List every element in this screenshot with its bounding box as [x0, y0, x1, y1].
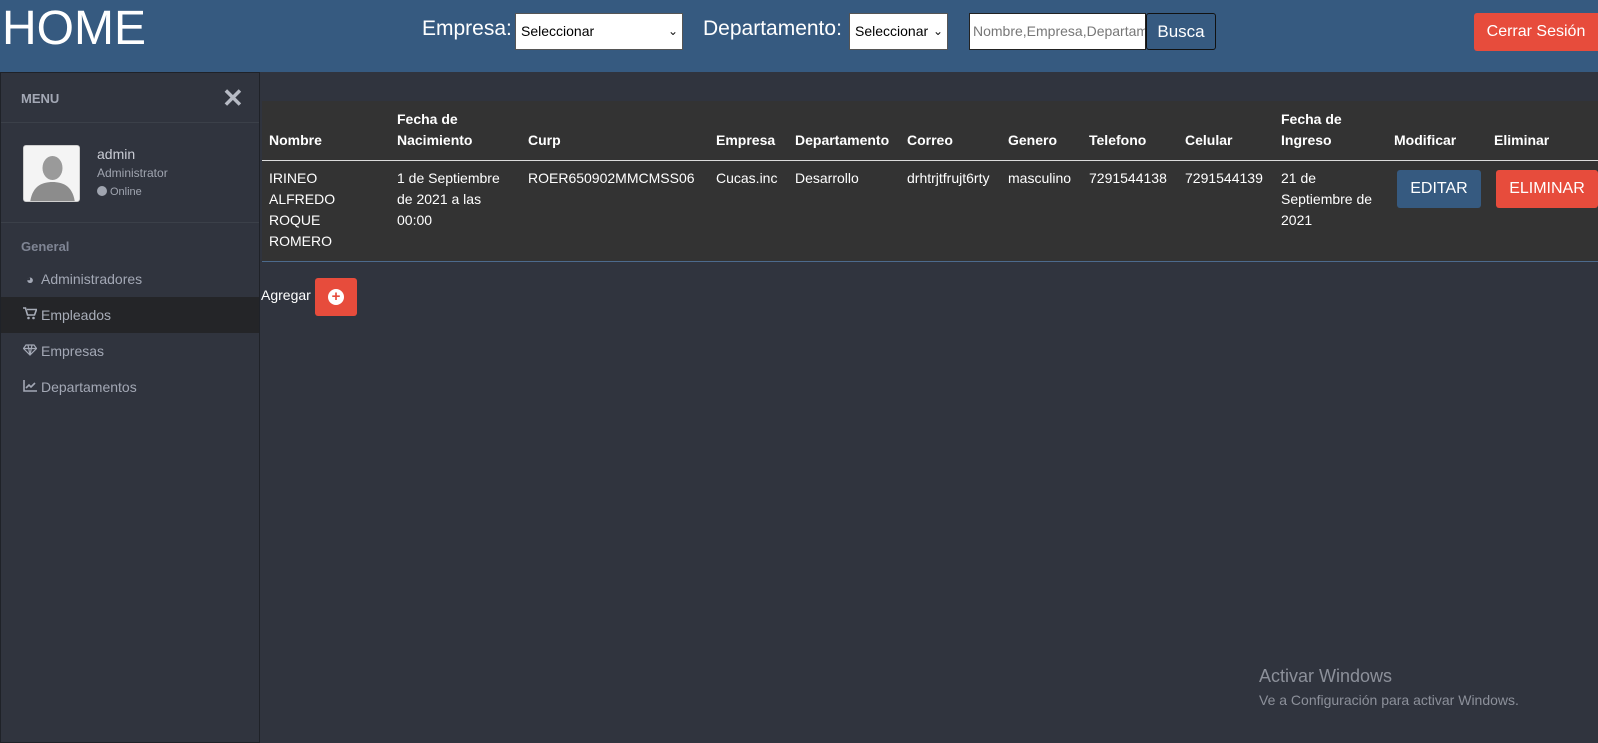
divider — [1, 222, 259, 223]
close-icon[interactable]: ✕ — [222, 83, 244, 114]
sidebar-item-label: Administradores — [41, 271, 143, 287]
empresa-select-value: Seleccionar — [521, 23, 595, 39]
logout-button[interactable]: Cerrar Sesión — [1474, 13, 1598, 51]
line-chart-icon — [22, 370, 38, 406]
column-header: Departamento — [795, 132, 890, 148]
sidebar-item-label: Empresas — [41, 343, 105, 359]
search-input[interactable]: Nombre,Empresa,Departamento — [969, 13, 1146, 50]
column-header: Modificar — [1394, 132, 1457, 148]
departamento-select[interactable]: Seleccionar ⌄ — [849, 13, 948, 50]
chevron-down-icon: ⌄ — [667, 24, 678, 38]
column-header: Fecha de Ingreso — [1281, 111, 1342, 148]
table-header-divider — [262, 160, 1598, 161]
column-header: Eliminar — [1494, 132, 1550, 148]
departamento-label: Departamento: — [703, 17, 842, 40]
column-header: Genero — [1008, 132, 1058, 148]
windows-activation-subtitle: Ve a Configuración para activar Windows. — [1259, 692, 1519, 708]
empresa-label: Empresa: — [422, 17, 512, 40]
user-status: Online — [97, 186, 142, 198]
page-title: HOME — [2, 2, 146, 55]
cell-fecha-ingreso: 21 de Septiembre de 2021 — [1281, 170, 1373, 228]
section-label-general: General — [21, 239, 70, 254]
column-header: Curp — [528, 132, 561, 148]
user-name: admin — [97, 146, 136, 162]
cell-fecha-nacimiento: 1 de Septiembre de 2021 a las 00:00 — [397, 170, 500, 228]
dashboard-icon: ◕ — [26, 272, 34, 287]
sidebar: MENU ✕ admin Administrator Online Genera… — [0, 72, 260, 743]
empresa-select[interactable]: Seleccionar ⌄ — [515, 13, 683, 50]
column-header: Fecha de Nacimiento — [397, 111, 473, 148]
windows-activation-title: Activar Windows — [1259, 666, 1393, 686]
search-button[interactable]: Busca — [1146, 13, 1216, 50]
cell-nombre: IRINEO ALFREDO ROQUE ROMERO — [269, 170, 336, 249]
cell-correo: drhtrjtfrujt6rty — [907, 170, 990, 186]
chevron-down-icon: ⌄ — [932, 24, 943, 38]
table-row-divider — [262, 261, 1598, 262]
cell-celular: 7291544139 — [1185, 170, 1263, 186]
divider — [1, 122, 259, 123]
sidebar-item-empresas[interactable]: Empresas — [1, 333, 259, 369]
top-header: HOME Empresa: Seleccionar ⌄ Departamento… — [0, 0, 1598, 72]
cell-genero: masculino — [1008, 170, 1072, 186]
column-header: Correo — [907, 132, 953, 148]
avatar — [23, 145, 80, 202]
cell-empresa: Cucas.inc — [716, 170, 778, 186]
sidebar-item-administradores[interactable]: ◕ Administradores — [1, 261, 259, 297]
diamond-icon — [22, 334, 38, 370]
menu-title: MENU — [21, 91, 60, 106]
edit-button[interactable]: EDITAR — [1397, 170, 1481, 208]
column-header: Nombre — [269, 132, 322, 148]
cell-departamento: Desarrollo — [795, 170, 859, 186]
column-header: Telefono — [1089, 132, 1147, 148]
add-button[interactable]: + — [315, 278, 357, 316]
user-role: Administrator — [97, 166, 168, 180]
status-dot-icon — [97, 186, 107, 196]
sidebar-item-label: Empleados — [41, 307, 112, 323]
cell-curp: ROER650902MMCMSS06 — [528, 170, 695, 186]
plus-circle-icon: + — [328, 289, 344, 305]
delete-button[interactable]: ELIMINAR — [1496, 170, 1598, 208]
departamento-select-value: Seleccionar — [855, 23, 929, 39]
shopping-cart-icon — [22, 298, 38, 334]
user-status-text: Online — [110, 186, 142, 198]
sidebar-item-label: Departamentos — [41, 379, 137, 395]
sidebar-item-empleados[interactable]: Empleados — [1, 297, 259, 333]
column-header: Empresa — [716, 132, 776, 148]
column-header: Celular — [1185, 132, 1233, 148]
sidebar-item-departamentos[interactable]: Departamentos — [1, 369, 259, 405]
cell-telefono: 7291544138 — [1089, 170, 1167, 186]
add-label: Agregar — [261, 287, 311, 303]
